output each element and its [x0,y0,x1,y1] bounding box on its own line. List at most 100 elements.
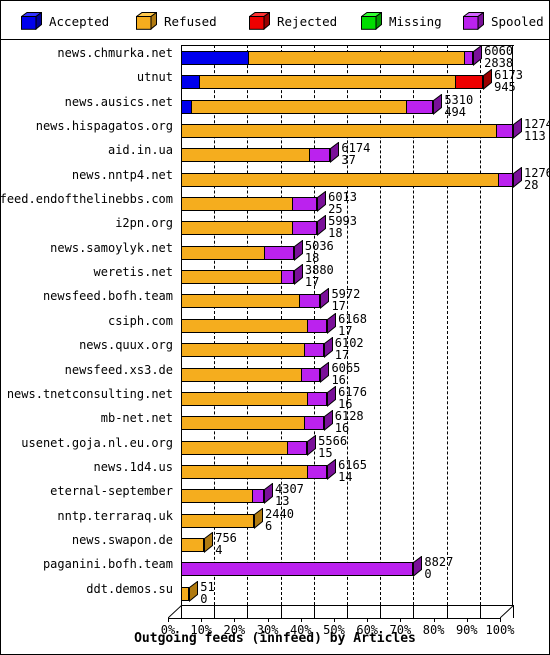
y-axis-label: mb-net.net [100,411,173,426]
bar-end-cap [483,68,493,91]
bar-value-labels: 6168 17 [338,313,367,337]
bar-secondary-value: 16 [334,421,350,436]
x-tick-depth [334,618,335,622]
chart-legend: Accepted Refused Rejected Missing Spooled [1,1,549,40]
plot-area: news.chmurka.net utnut news.ausics.net news… [1,40,549,654]
bar-secondary-value: 16 [331,372,346,387]
bar-value-labels: 756 4 [215,532,237,556]
bar-end-cap [264,482,273,505]
cube-icon [134,11,159,31]
y-axis-label: news.1d4.us [93,459,173,474]
bar-segment-accepted [181,99,192,114]
y-axis-label: csiph.com [107,313,173,328]
x-tick-depth [201,618,203,622]
bar-row: 6065 16 [180,361,513,387]
bar-row: 6176 16 [180,385,513,410]
bar-end-cap [293,263,303,286]
bar-row: 51 0 [180,580,513,605]
bar-end-cap [327,312,337,334]
bar-segment-spooled [181,562,414,577]
bar-secondary-value: 945 [494,80,516,95]
x-tick-depth [500,618,501,622]
cube-icon [247,11,272,31]
y-axis-label: usenet.goja.nl.eu.org [21,435,173,450]
bar-value-labels: 5566 15 [318,435,347,459]
y-axis-label: i2pn.org [115,216,173,231]
x-tick-depth [168,618,169,622]
bar-secondary-value: 18 [304,250,320,265]
bar-end-cap [473,44,483,67]
bar-row: 5993 18 [180,214,513,239]
bar-end-cap [327,385,337,407]
bar-segment-refused [181,245,264,260]
bar-secondary-value: 17 [304,275,320,290]
x-tick [479,605,481,618]
bar-end-cap [513,117,522,140]
x-tick [214,605,216,618]
legend-label: Spooled [491,13,544,29]
bar-secondary-value: 37 [341,153,356,168]
bar-segment-refused [181,440,288,455]
bar-segment-refused [181,513,255,528]
bar-secondary-value: 113 [524,129,546,144]
x-tick-depth [234,618,236,622]
bar-segment-refused [181,367,301,382]
bar-value-labels: 12746113 [524,118,549,144]
bar-secondary-value: 17 [331,299,346,314]
bar-secondary-value: 13 [275,494,290,509]
bar-secondary-value: 14 [338,469,353,484]
bar-end-cap [320,361,330,383]
bar-end-cap [323,336,333,359]
y-axis-label: ddt.demos.su [86,581,173,596]
legend-label: Rejected [277,13,338,29]
bar-end-cap [413,555,423,578]
bar-row: 4307 13 [180,482,513,509]
y-axis-label: paganini.bofh.team [42,557,173,572]
bar-segment-refused [191,99,407,114]
bar-value-labels: 8827 0 [424,556,453,580]
bar-segment-refused [248,51,465,65]
bar-value-labels: 6013 25 [328,191,357,215]
bar-segment-spooled [252,489,264,504]
bar-segment-refused [181,124,497,139]
bar-end-cap [323,409,333,432]
bar-segment-refused [181,172,499,187]
bar-value-labels: 51 0 [200,581,214,605]
x-tick [513,605,514,618]
bar-row: 5310 494 [180,93,513,118]
bar-value-labels: 6176 16 [338,386,367,410]
bar-value-labels: 5310 494 [444,94,473,118]
bar-value-labels: 1276428 [524,167,549,191]
y-axis-label: news.swapon.de [71,532,173,547]
bar-row: 6174 37 [180,141,513,168]
x-tick-depth [367,618,369,622]
bar-row: 1276428 [180,166,549,191]
bar-value-labels: 5972 17 [331,288,360,312]
bar-row: 3880 17 [180,263,513,290]
bar-segment-spooled [464,51,474,65]
y-axis-label: utnut [136,70,173,85]
x-tick [380,605,382,618]
bar-segment-refused [181,489,253,504]
bar-row: 5972 17 [180,287,513,312]
bar-segment-refused [181,318,308,333]
bar-end-cap [317,190,327,213]
bar-segment-spooled [303,416,324,431]
x-tick [347,605,348,618]
bar-row: 6168 17 [180,312,513,337]
bar-segment-spooled [303,343,324,358]
y-axis-label: news.ausics.net [64,94,173,109]
bar-segment-refused [181,464,308,479]
bar-value-labels: 6165 14 [338,459,367,483]
bar-row: 12746113 [180,117,549,142]
y-axis-label: newsfeed.endofthelinebbs.com [0,192,173,207]
cube-icon [359,11,384,31]
x-tick-depth [400,618,402,622]
bar-segment-spooled [264,245,294,260]
bar-row: 5036 18 [180,239,513,265]
y-axis-label: newsfeed.bofh.team [42,289,173,304]
y-axis-label: nntp.terraraq.uk [57,508,173,523]
bar-segment-spooled [298,294,321,309]
legend-item-spooled: Spooled [461,10,544,32]
bar-end-cap [320,287,330,310]
